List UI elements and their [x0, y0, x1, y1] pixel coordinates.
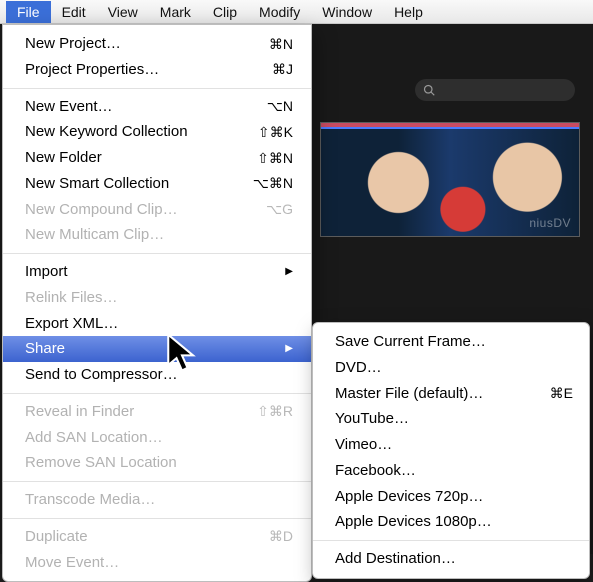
menu-separator: [3, 481, 311, 482]
menu-item-shortcut: ⇧⌘R: [257, 401, 293, 421]
menu-item-label: Vimeo…: [335, 434, 392, 456]
submenu-item-apple-720p[interactable]: Apple Devices 720p…: [313, 484, 589, 510]
submenu-arrow-icon: ▶: [285, 342, 293, 357]
menu-item-send-to-compressor[interactable]: Send to Compressor…: [3, 362, 311, 388]
thumbnail-watermark: niusDV: [529, 216, 571, 230]
menu-item-label: Facebook…: [335, 460, 416, 482]
submenu-item-save-current-frame[interactable]: Save Current Frame…: [313, 329, 589, 355]
menu-item-remove-san-location: Remove SAN Location: [3, 450, 311, 476]
menu-separator: [3, 393, 311, 394]
menu-item-label: New Multicam Clip…: [25, 224, 164, 246]
menu-item-label: Transcode Media…: [25, 489, 155, 511]
menu-item-label: Add SAN Location…: [25, 427, 163, 449]
video-thumbnail[interactable]: niusDV: [320, 122, 580, 237]
menu-item-label: Import: [25, 261, 68, 283]
menu-item-shortcut: ⌘D: [269, 526, 293, 546]
submenu-item-facebook[interactable]: Facebook…: [313, 458, 589, 484]
menu-item-label: New Event…: [25, 96, 113, 118]
menu-item-label: Share: [25, 338, 65, 360]
menu-item-shortcut: ⌘E: [550, 383, 573, 403]
menu-item-transcode-media: Transcode Media…: [3, 487, 311, 513]
menu-item-label: DVD…: [335, 357, 382, 379]
submenu-arrow-icon: ▶: [285, 265, 293, 280]
submenu-item-youtube[interactable]: YouTube…: [313, 406, 589, 432]
menu-item-new-project[interactable]: New Project… ⌘N: [3, 31, 311, 57]
menu-item-relink-files: Relink Files…: [3, 285, 311, 311]
menubar-mark[interactable]: Mark: [149, 1, 202, 23]
menu-item-new-compound-clip: New Compound Clip… ⌥G: [3, 197, 311, 223]
menu-item-new-event[interactable]: New Event… ⌥N: [3, 94, 311, 120]
submenu-item-dvd[interactable]: DVD…: [313, 355, 589, 381]
menubar: File Edit View Mark Clip Modify Window H…: [0, 0, 593, 24]
menu-item-share[interactable]: Share ▶: [3, 336, 311, 362]
search-icon: [423, 84, 435, 96]
file-menu: New Project… ⌘N Project Properties… ⌘J N…: [2, 24, 312, 582]
menu-item-label: Apple Devices 1080p…: [335, 511, 492, 533]
menu-item-label: New Keyword Collection: [25, 121, 188, 143]
menu-item-add-san-location: Add SAN Location…: [3, 425, 311, 451]
menu-item-label: Export XML…: [25, 313, 118, 335]
menu-item-shortcut: ⌥N: [267, 96, 293, 116]
menu-item-import[interactable]: Import ▶: [3, 259, 311, 285]
menubar-clip[interactable]: Clip: [202, 1, 248, 23]
menu-item-label: Duplicate: [25, 526, 88, 548]
menu-item-shortcut: ⌥⌘N: [253, 173, 293, 193]
menu-separator: [3, 88, 311, 89]
menu-item-label: Add Destination…: [335, 548, 456, 570]
menu-item-shortcut: ⇧⌘K: [258, 122, 293, 142]
menu-item-shortcut: ⇧⌘N: [257, 148, 293, 168]
menu-item-move-event: Move Event…: [3, 550, 311, 576]
menu-item-shortcut: ⌘N: [269, 34, 293, 54]
menu-item-label: Relink Files…: [25, 287, 118, 309]
submenu-item-apple-1080p[interactable]: Apple Devices 1080p…: [313, 509, 589, 535]
menu-item-project-properties[interactable]: Project Properties… ⌘J: [3, 57, 311, 83]
menubar-modify[interactable]: Modify: [248, 1, 311, 23]
menu-item-new-smart-collection[interactable]: New Smart Collection ⌥⌘N: [3, 171, 311, 197]
menubar-file[interactable]: File: [6, 1, 51, 23]
menu-item-label: Send to Compressor…: [25, 364, 178, 386]
menu-item-label: Save Current Frame…: [335, 331, 486, 353]
menu-item-label: Reveal in Finder: [25, 401, 134, 423]
share-submenu: Save Current Frame… DVD… Master File (de…: [312, 322, 590, 579]
menu-item-export-xml[interactable]: Export XML…: [3, 311, 311, 337]
menu-item-label: Move Event…: [25, 552, 119, 574]
menu-item-new-multicam-clip: New Multicam Clip…: [3, 222, 311, 248]
menu-item-label: Master File (default)…: [335, 383, 483, 405]
menu-separator: [313, 540, 589, 541]
search-input[interactable]: [415, 79, 575, 101]
menu-item-new-folder[interactable]: New Folder ⇧⌘N: [3, 145, 311, 171]
menu-separator: [3, 253, 311, 254]
menu-item-label: Project Properties…: [25, 59, 159, 81]
menubar-view[interactable]: View: [97, 1, 149, 23]
menubar-edit[interactable]: Edit: [51, 1, 97, 23]
menu-item-shortcut: ⌘J: [272, 59, 293, 79]
menu-item-duplicate: Duplicate ⌘D: [3, 524, 311, 550]
menu-item-label: New Folder: [25, 147, 102, 169]
menu-item-label: Apple Devices 720p…: [335, 486, 483, 508]
menu-item-shortcut: ⌥G: [266, 199, 293, 219]
menubar-window[interactable]: Window: [311, 1, 383, 23]
menu-item-label: New Smart Collection: [25, 173, 169, 195]
menu-item-label: YouTube…: [335, 408, 409, 430]
menu-item-reveal-in-finder: Reveal in Finder ⇧⌘R: [3, 399, 311, 425]
menu-item-label: New Project…: [25, 33, 121, 55]
menu-separator: [3, 518, 311, 519]
menu-item-label: New Compound Clip…: [25, 199, 178, 221]
submenu-item-master-file[interactable]: Master File (default)… ⌘E: [313, 381, 589, 407]
menu-item-label: Remove SAN Location: [25, 452, 177, 474]
menu-item-new-keyword-collection[interactable]: New Keyword Collection ⇧⌘K: [3, 119, 311, 145]
submenu-item-add-destination[interactable]: Add Destination…: [313, 546, 589, 572]
menubar-help[interactable]: Help: [383, 1, 434, 23]
submenu-item-vimeo[interactable]: Vimeo…: [313, 432, 589, 458]
